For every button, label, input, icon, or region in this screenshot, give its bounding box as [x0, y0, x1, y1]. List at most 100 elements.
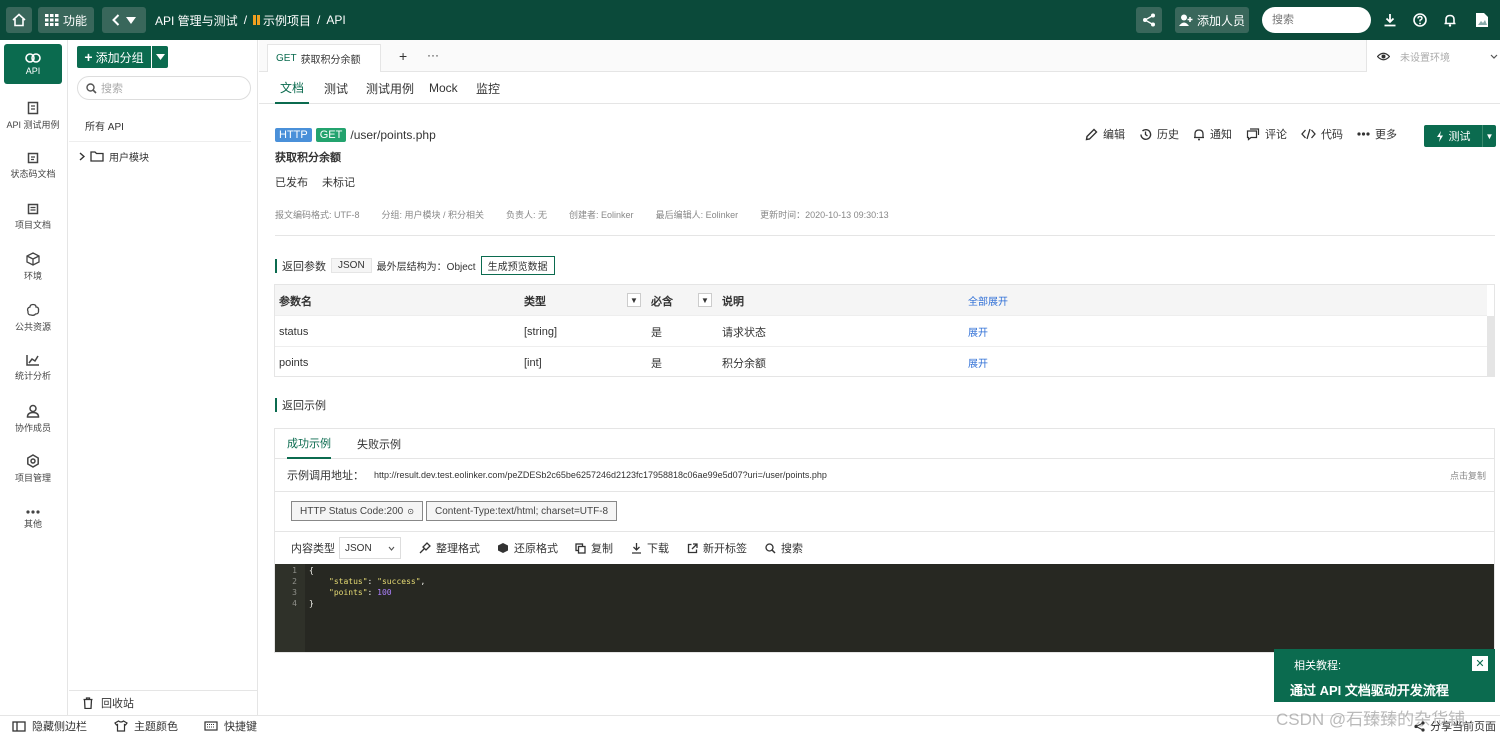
rail-item-other[interactable]: 其他 — [4, 500, 62, 540]
rail-item-api[interactable]: API — [4, 44, 62, 84]
meta-row: 报文编码格式: UTF-8 分组: 用户模块 / 积分相关 负责人: 无 创建者… — [275, 208, 889, 221]
environment-label: 未设置环境 — [1400, 52, 1450, 64]
top-bar: 功能 API 管理与测试 / 示例项目 / API 添加人员 — [0, 0, 1500, 40]
breadcrumb-project[interactable]: 示例项目 — [253, 12, 311, 29]
caret-down-icon[interactable] — [151, 46, 168, 68]
search-button[interactable]: 搜索 — [765, 537, 803, 559]
params-table: 参数名 类型 ▼ 必含 ▼ 说明 全部展开 status [string] 是 … — [274, 284, 1495, 377]
rail-label: 状态码文档 — [10, 169, 56, 179]
rail-label: 其他 — [23, 519, 42, 529]
keyboard-icon — [204, 721, 218, 731]
close-icon[interactable]: ✕ — [1472, 656, 1488, 671]
help-icon[interactable] — [1410, 10, 1430, 30]
tag-status[interactable]: 未标记 — [322, 174, 355, 190]
add-tab-button[interactable]: + — [399, 48, 407, 64]
type-filter-icon[interactable]: ▼ — [627, 293, 641, 307]
bell-icon[interactable] — [1440, 10, 1460, 30]
share-page-button[interactable]: 分享当前页面 — [1414, 718, 1496, 734]
functions-button[interactable]: 功能 — [38, 7, 94, 33]
tab-method: GET — [276, 53, 297, 64]
edit-button[interactable]: 编辑 — [1085, 126, 1125, 142]
api-search-input[interactable]: 搜索 — [77, 76, 251, 100]
tool-label: 整理格式 — [436, 543, 480, 555]
col-desc: 说明 — [722, 295, 744, 308]
meta-last-editor: 最后编辑人: Eolinker — [655, 210, 739, 220]
recycle-bin[interactable]: 回收站 — [69, 690, 258, 715]
example-url[interactable]: http://result.dev.test.eolinker.com/peZD… — [374, 470, 827, 480]
publish-status[interactable]: 已发布 — [275, 174, 308, 190]
hide-sidebar-button[interactable]: 隐藏侧边栏 — [12, 716, 87, 736]
sidebar-icon — [12, 720, 26, 732]
restore-format-button[interactable]: 还原格式 — [497, 537, 558, 559]
tab-api-detail[interactable]: GET 获取积分余额 — [267, 44, 381, 72]
copy-url-link[interactable]: 点击复制 — [1450, 469, 1486, 482]
tab-doc[interactable]: 文档 — [275, 72, 309, 104]
tutorial-link[interactable]: 通过 API 文档驱动开发流程 — [1290, 680, 1449, 699]
breadcrumb-separator: / — [317, 13, 321, 27]
environment-select[interactable]: 未设置环境 — [1366, 40, 1500, 72]
home-button[interactable] — [6, 7, 32, 33]
folder-user-module[interactable]: 用户模块 — [79, 145, 149, 167]
param-name: points — [279, 356, 309, 369]
meta-group: 分组: 用户模块 / 积分相关 — [381, 210, 485, 220]
tab-test[interactable]: 测试 — [324, 72, 348, 104]
open-new-tab-button[interactable]: 新开标签 — [687, 537, 747, 559]
rail-item-status-codes[interactable]: 状态码文档 — [4, 146, 62, 186]
format-button[interactable]: 整理格式 — [419, 537, 480, 559]
caret-down-icon[interactable]: ▼ — [1482, 125, 1496, 147]
history-button[interactable]: 历史 — [1139, 126, 1179, 142]
global-search-input[interactable] — [1262, 7, 1371, 33]
content-type-value: JSON — [345, 542, 372, 554]
rail-item-members[interactable]: 协作成员 — [4, 399, 62, 439]
expand-all-link[interactable]: 全部展开 — [964, 285, 1008, 316]
generate-preview-button[interactable]: 生成预览数据 — [480, 256, 555, 275]
rail-item-project-management[interactable]: 项目管理 — [4, 449, 62, 489]
action-label: 评论 — [1265, 129, 1287, 141]
code-editor[interactable]: 1 2 3 4 { "status": "success", "points":… — [275, 564, 1494, 652]
add-member-button[interactable]: 添加人员 — [1175, 7, 1249, 33]
caret-down-icon[interactable] — [126, 16, 136, 24]
shortcuts-button[interactable]: 快捷键 — [204, 716, 257, 736]
expand-link[interactable]: 展开 — [964, 347, 988, 378]
code-button[interactable]: 代码 — [1301, 126, 1343, 142]
avatar[interactable] — [1472, 10, 1492, 30]
back-button[interactable] — [102, 7, 146, 33]
tab-failure-example[interactable]: 失败示例 — [357, 429, 401, 459]
required-filter-icon[interactable]: ▼ — [698, 293, 712, 307]
tab-test-cases[interactable]: 测试用例 — [366, 72, 414, 104]
notify-button[interactable]: 通知 — [1193, 126, 1232, 142]
table-scrollbar[interactable] — [1487, 316, 1494, 376]
all-api-item[interactable]: 所有 API — [69, 110, 251, 142]
comment-button[interactable]: 评论 — [1246, 126, 1287, 142]
rail-item-statistics[interactable]: 统计分析 — [4, 348, 62, 388]
share-button[interactable] — [1136, 7, 1162, 33]
rail-item-public-resources[interactable]: 公共资源 — [4, 298, 62, 338]
breadcrumb-module[interactable]: API 管理与测试 — [155, 12, 238, 29]
download-button[interactable]: 下载 — [631, 537, 669, 559]
tab-monitor[interactable]: 监控 — [476, 72, 500, 104]
chevron-right-icon[interactable] — [79, 151, 85, 161]
rail-item-environment[interactable]: 环境 — [4, 247, 62, 287]
tab-more-icon[interactable]: ··· — [427, 48, 439, 62]
hide-sidebar-label: 隐藏侧边栏 — [32, 721, 87, 733]
content-type-select[interactable]: JSON — [339, 537, 401, 559]
tab-mock[interactable]: Mock — [429, 72, 458, 104]
rail-label: 公共资源 — [14, 322, 51, 332]
expand-link[interactable]: 展开 — [964, 316, 988, 347]
copy-button[interactable]: 复制 — [575, 537, 613, 559]
run-test-button[interactable]: 测试 ▼ — [1424, 125, 1496, 147]
rail-item-project-docs[interactable]: 项目文档 — [4, 197, 62, 237]
tab-success-example[interactable]: 成功示例 — [287, 429, 331, 459]
code-line: { — [309, 565, 425, 576]
add-group-button[interactable]: + 添加分组 — [77, 46, 168, 68]
content-type-label: 内容类型 — [291, 543, 335, 555]
tutorial-title: 相关教程: — [1294, 660, 1342, 672]
param-type: [string] — [524, 325, 558, 338]
more-button[interactable]: 更多 — [1357, 126, 1397, 142]
code-content: { "status": "success", "points": 100 } — [309, 565, 425, 609]
theme-color-button[interactable]: 主题颜色 — [114, 716, 178, 736]
download-icon[interactable] — [1380, 10, 1400, 30]
tab-label: 测试用例 — [366, 81, 415, 96]
line-number: 2 — [292, 577, 297, 586]
rail-item-test-cases[interactable]: API 测试用例 — [4, 96, 62, 136]
